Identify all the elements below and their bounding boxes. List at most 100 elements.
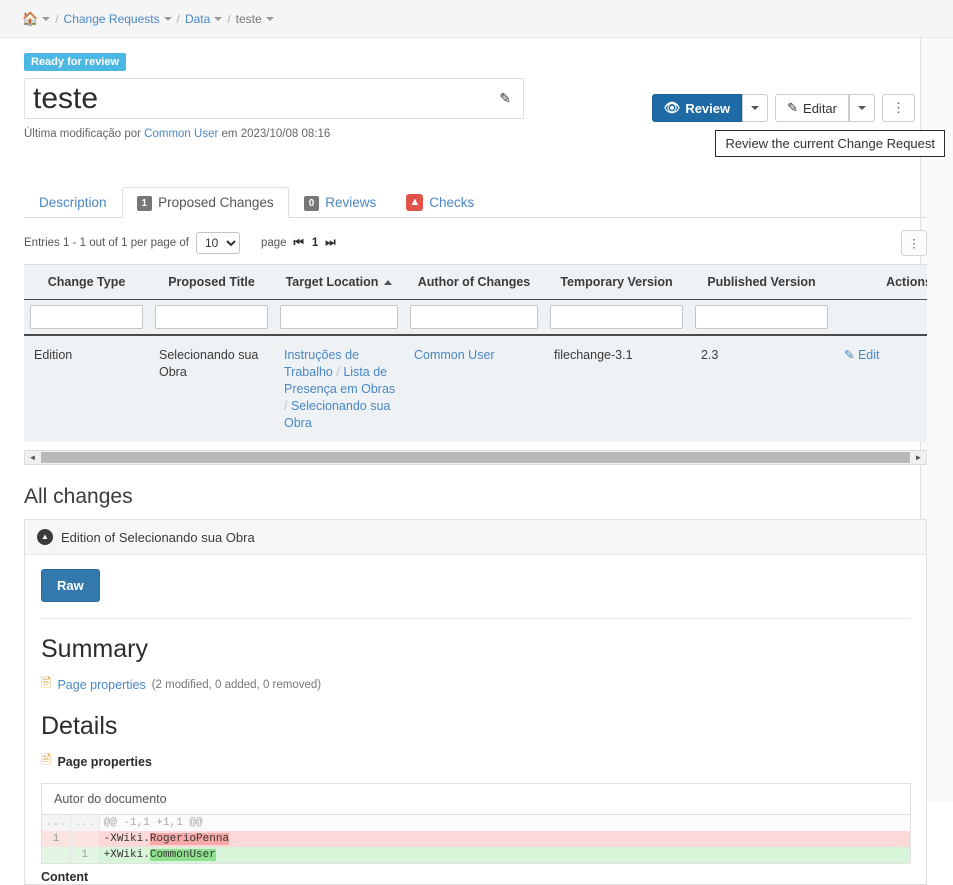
row-edit-link[interactable]: ✎ Edit xyxy=(844,348,880,362)
column-label: Published Version xyxy=(707,275,816,290)
horizontal-scrollbar[interactable]: ◄ ► xyxy=(24,450,927,466)
chevron-down-icon[interactable] xyxy=(265,16,274,21)
livetable-options-button[interactable]: ⋮ xyxy=(901,230,927,257)
diff-property-label: Autor do documento xyxy=(42,784,910,816)
diff-line-number-old: 1 xyxy=(42,831,71,848)
breadcrumb-item-teste: teste xyxy=(235,11,262,26)
edit-button-label: Editar xyxy=(803,100,837,116)
tab-proposed-changes[interactable]: 1 Proposed Changes xyxy=(121,186,289,219)
filter-cell-actions xyxy=(834,299,927,337)
status-badge: Ready for review xyxy=(24,53,127,72)
diff-line-number-old: ... xyxy=(42,815,71,832)
filter-cell-proposed-title xyxy=(149,299,274,337)
diff-prefix: -XWiki. xyxy=(103,833,150,846)
caret-down-icon xyxy=(858,106,866,110)
last-modified-user-link[interactable]: Common User xyxy=(144,128,218,140)
tab-checks[interactable]: ▲ Checks xyxy=(391,186,489,218)
column-label: Target Location xyxy=(285,275,379,290)
tab-reviews[interactable]: 0 Reviews xyxy=(289,187,392,218)
filter-cell-change-type xyxy=(24,299,149,337)
first-page-button[interactable]: ⏮ xyxy=(294,237,305,250)
page-icon: 🖹 xyxy=(41,752,52,768)
tab-reviews-label: Reviews xyxy=(325,194,377,210)
cell-temporary-version: filechange-3.1 xyxy=(544,335,689,443)
all-changes-heading: All changes xyxy=(24,485,133,509)
column-header-author-of-changes[interactable]: Author of Changes xyxy=(404,264,544,301)
scroll-left-arrow-icon[interactable]: ◄ xyxy=(25,451,40,465)
page-size-select[interactable]: 10 xyxy=(195,232,240,255)
breadcrumb-item-change-requests[interactable]: Change Requests xyxy=(64,12,160,26)
home-icon[interactable]: 🏠 xyxy=(22,11,38,27)
filter-input-change-type[interactable] xyxy=(30,305,143,330)
diff-line-number-new xyxy=(70,831,100,848)
column-header-target-location[interactable]: Target Location xyxy=(274,264,404,301)
edit-title-pencil-icon[interactable]: ✎ xyxy=(499,90,511,107)
column-header-change-type[interactable]: Change Type xyxy=(24,264,149,301)
column-header-actions: Actions xyxy=(834,264,927,301)
filter-cell-author-of-changes xyxy=(404,299,544,337)
breadcrumb-separator-2: / xyxy=(176,11,180,26)
last-modified-mid: em xyxy=(221,128,238,141)
cell-actions: ✎ Edit xyxy=(834,335,927,443)
divider xyxy=(41,618,910,620)
tab-proposed-changes-label: Proposed Changes xyxy=(158,194,274,210)
diff-hunk-header-row: ... ... @@ -1,1 +1,1 @@ xyxy=(42,815,910,832)
changes-panel-header[interactable]: ▲ Edition of Selecionando sua Obra xyxy=(25,520,926,556)
review-button[interactable]: 👁 Review xyxy=(651,94,743,122)
edit-button[interactable]: ✎ Editar xyxy=(775,94,849,122)
last-page-button[interactable]: ⏭ xyxy=(325,237,336,250)
tab-bar: Description 1 Proposed Changes 0 Reviews… xyxy=(24,186,927,219)
filter-input-temporary-version[interactable] xyxy=(550,305,683,330)
review-tooltip: Review the current Change Request xyxy=(715,130,945,157)
caret-up-circle-icon[interactable]: ▲ xyxy=(37,529,53,546)
chevron-down-icon[interactable] xyxy=(214,16,223,21)
page-label: page xyxy=(260,237,287,250)
scrollbar-thumb[interactable] xyxy=(41,452,910,464)
kebab-menu-icon: ⋮ xyxy=(908,238,920,251)
filter-input-author-of-changes[interactable] xyxy=(410,305,538,330)
scroll-right-arrow-icon[interactable]: ► xyxy=(911,451,926,465)
breadcrumb-separator-3: / xyxy=(227,11,231,26)
last-modified-date: 2023/10/08 08:16 xyxy=(240,128,331,141)
livetable-toolbar: Entries 1 - 1 out of 1 per page of 10 pa… xyxy=(24,230,927,257)
diff-deleted-highlight: RogerioPenna xyxy=(149,833,230,846)
filter-cell-target-location xyxy=(274,299,404,337)
author-link[interactable]: Common User xyxy=(414,348,495,362)
summary-page-properties-link[interactable]: Page properties xyxy=(57,678,145,692)
cell-target-location: Instruções de Trabalho / Lista de Presen… xyxy=(274,335,404,443)
filter-cell-temporary-version xyxy=(544,299,689,337)
filter-input-published-version[interactable] xyxy=(695,305,828,330)
chevron-down-icon[interactable] xyxy=(163,16,172,21)
diff-line-number-new: 1 xyxy=(70,847,100,864)
breadcrumb-item-data[interactable]: Data xyxy=(185,12,210,26)
kebab-menu-icon: ⋮ xyxy=(892,100,905,115)
diff-line-number-old xyxy=(42,847,71,864)
raw-button[interactable]: Raw xyxy=(41,569,100,603)
review-button-label: Review xyxy=(685,100,731,116)
review-dropdown-button[interactable] xyxy=(742,94,769,122)
diff-row-added: 1 +XWiki.CommonUser xyxy=(42,847,910,864)
chevron-down-icon[interactable] xyxy=(42,16,51,21)
caret-down-icon xyxy=(751,106,760,110)
summary-heading: Summary xyxy=(41,635,148,664)
filter-cell-published-version xyxy=(689,299,834,337)
breadcrumb: 🏠 / Change Requests / Data / teste xyxy=(0,0,953,38)
column-label: Temporary Version xyxy=(560,275,673,290)
current-page-number: 1 xyxy=(311,237,319,250)
more-actions-button[interactable]: ⋮ xyxy=(882,94,915,122)
edit-button-group: ✎ Editar xyxy=(775,94,875,122)
column-header-proposed-title[interactable]: Proposed Title xyxy=(149,264,274,301)
last-modified-prefix: Última modificação por xyxy=(24,128,141,141)
sort-ascending-icon xyxy=(384,280,393,286)
target-location-part-3[interactable]: Selecionando sua Obra xyxy=(284,399,390,430)
proposed-changes-table: Change Type Proposed Title Target Locati… xyxy=(24,264,927,443)
warning-icon: ▲ xyxy=(406,194,424,212)
column-header-published-version[interactable]: Published Version xyxy=(689,264,834,301)
tab-description[interactable]: Description xyxy=(24,187,122,218)
column-label: Author of Changes xyxy=(417,275,531,290)
column-header-temporary-version[interactable]: Temporary Version xyxy=(544,264,689,301)
edit-dropdown-button[interactable] xyxy=(849,94,875,122)
filter-input-target-location[interactable] xyxy=(280,305,398,330)
details-heading: Details xyxy=(41,712,118,741)
filter-input-proposed-title[interactable] xyxy=(155,305,268,330)
